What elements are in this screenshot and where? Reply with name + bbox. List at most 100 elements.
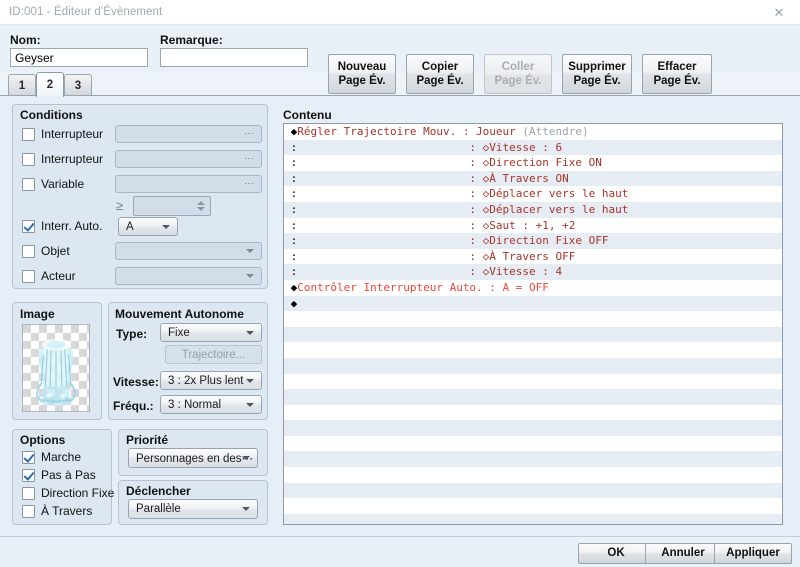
checkbox-box [22,127,35,141]
condition-actor-select[interactable] [115,267,262,285]
apply-button[interactable]: Appliquer [714,543,792,564]
command-row[interactable]: ◆ [284,295,782,312]
event-image-preview[interactable] [22,324,90,412]
command-row[interactable]: : : ◇Déplacer vers le haut [284,186,782,202]
name-input[interactable] [10,48,148,67]
condition-item-label: Objet [41,244,70,258]
condition-switch-2-checkbox[interactable]: Interrupteur [22,152,103,166]
autonomous-movement-title: Mouvement Autonome [115,307,244,321]
movement-frequency-select[interactable]: 3 : Normal [160,395,262,414]
cancel-label: Annuler [661,547,705,560]
condition-self-switch-checkbox[interactable]: Interr. Auto. [22,219,102,233]
movement-speed-label: Vitesse: [113,375,159,389]
condition-item-checkbox[interactable]: Objet [22,244,70,258]
command-row[interactable]: : : ◇Vitesse : 6 [284,139,782,156]
tab-page-2[interactable]: 2 [36,72,64,97]
command-row[interactable] [284,482,782,499]
command-row[interactable]: : : ◇Direction Fixe OFF [284,233,782,249]
command-row[interactable] [284,436,782,452]
command-row[interactable] [284,420,782,436]
command-row[interactable]: : : ◇Direction Fixe ON [284,155,782,171]
checkbox-box [22,152,35,166]
checkbox-box [22,468,35,482]
stepper-down-icon[interactable] [197,207,205,211]
command-row[interactable] [284,513,782,524]
condition-switch-1-field[interactable]: ⋯ [115,125,262,143]
ellipsis-icon: ⋯ [244,153,255,165]
command-indent-icon: : [284,156,298,170]
option-stepping-checkbox[interactable]: Pas à Pas [22,468,96,482]
movement-type-value: Fixe [168,326,190,339]
command-row[interactable] [284,311,782,327]
command-text: : ◇Vitesse : 4 [297,265,563,279]
option-direction-fix-label: Direction Fixe [41,486,115,500]
ok-button[interactable]: OK [578,543,654,564]
command-row[interactable]: : : ◇Vitesse : 4 [284,264,782,280]
condition-switch-2-label: Interrupteur [41,152,104,166]
apply-label: Appliquer [726,547,780,560]
event-command-list[interactable]: ◆Régler Trajectoire Mouv. : Joueur (Atte… [283,123,783,525]
command-indent-icon: : [284,171,298,185]
cancel-button[interactable]: Annuler [645,543,721,564]
command-row[interactable] [284,405,782,421]
command-text: : ◇Direction Fixe ON [297,156,602,170]
option-walking-label: Marche [41,450,82,464]
note-label: Remarque: [160,33,223,47]
movement-speed-select[interactable]: 3 : 2x Plus lent [160,371,262,390]
command-row[interactable] [284,498,782,514]
option-walking-checkbox[interactable]: Marche [22,450,81,464]
chevron-down-icon [242,507,250,511]
condition-switch-2-field[interactable]: ⋯ [115,150,262,168]
command-text: Contrôler Interrupteur Auto. : A = OFF [297,280,549,294]
condition-self-switch-label: Interr. Auto. [41,219,103,233]
command-row[interactable] [284,389,782,405]
command-row[interactable]: : : ◇Saut : +1, +2 [284,218,782,234]
condition-item-select[interactable] [115,242,262,260]
event-page-panel: Conditions Interrupteur ⋯ Interrupteur ⋯… [0,95,800,536]
command-row[interactable]: ◆Régler Trajectoire Mouv. : Joueur (Atte… [284,124,782,140]
priority-select[interactable]: Personnages en des⋯ [128,448,258,468]
condition-self-switch-select[interactable]: A [118,217,178,236]
command-row[interactable] [284,374,782,390]
note-input[interactable] [160,48,308,67]
command-bullet-icon: ◆ [284,296,298,310]
stepper-up-icon[interactable] [197,201,205,205]
command-indent-icon: : [284,140,298,154]
command-row[interactable] [284,326,782,343]
option-direction-fix-checkbox[interactable]: Direction Fixe [22,486,114,500]
condition-switch-1-label: Interrupteur [41,127,104,141]
command-indent-icon: : [284,218,298,232]
command-text: Régler Trajectoire Mouv. : Joueur [297,125,523,138]
condition-actor-checkbox[interactable]: Acteur [22,269,76,283]
chevron-down-icon [246,330,254,335]
checkbox-box [22,486,35,500]
priority-title: Priorité [126,433,169,447]
command-row[interactable]: : : ◇À Travers OFF [284,249,782,265]
condition-variable-value-stepper[interactable] [133,196,211,216]
close-icon[interactable]: ✕ [758,0,800,25]
tab-page-3[interactable]: 3 [64,74,92,96]
chevron-down-icon [246,274,254,278]
command-text: : ◇À Travers OFF [297,249,576,263]
chevron-down-icon [246,402,254,407]
option-stepping-label: Pas à Pas [41,468,96,482]
condition-variable-field[interactable]: ⋯ [115,175,262,193]
condition-switch-1-checkbox[interactable]: Interrupteur [22,127,103,141]
command-text: : ◇Direction Fixe OFF [297,234,609,248]
command-row[interactable] [284,467,782,483]
dialog-footer: OK Annuler Appliquer [0,536,800,567]
trigger-select[interactable]: Parallèle [128,499,258,519]
command-row[interactable] [284,357,782,374]
command-row[interactable] [284,342,782,358]
condition-variable-checkbox[interactable]: Variable [22,177,84,191]
command-row[interactable]: : : ◇À Travers ON [284,170,782,187]
command-row[interactable]: ◆Contrôler Interrupteur Auto. : A = OFF [284,280,782,296]
option-through-checkbox[interactable]: À Travers [22,504,92,518]
command-indent-icon: : [284,249,298,263]
command-row[interactable] [284,451,782,468]
tab-page-1[interactable]: 1 [8,74,36,96]
command-indent-icon: : [284,187,298,201]
condition-operator-label: ≥ [116,198,124,213]
movement-type-select[interactable]: Fixe [160,323,262,342]
command-row[interactable]: : : ◇Déplacer vers le haut [284,201,782,218]
